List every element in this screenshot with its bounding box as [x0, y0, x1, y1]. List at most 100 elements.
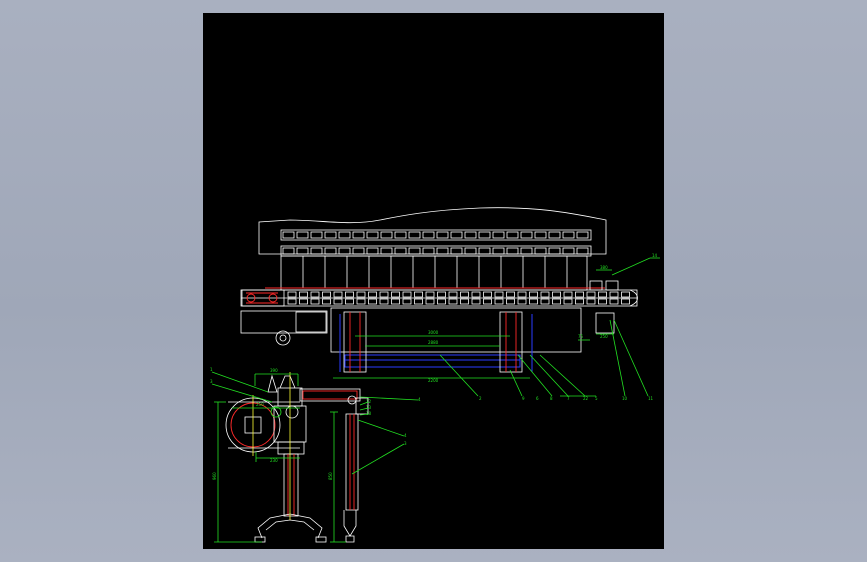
- elevation-leaders: 14 2 9 8 7 22 6 5 10 11: [439, 253, 660, 401]
- louver-cell: [352, 231, 365, 239]
- deck-slot: [391, 291, 400, 298]
- deck-slot: [425, 291, 435, 298]
- head-cap: [279, 375, 296, 389]
- head-cap-left: [267, 374, 278, 393]
- louver-cell: [576, 231, 589, 239]
- side-view: 390 250 230 960 850 1 3 4 12 13 18 4 3: [210, 367, 421, 543]
- gear-motor-box: [295, 311, 327, 333]
- deck-slot: [379, 298, 389, 305]
- deck-slot: [287, 291, 297, 298]
- louver-cell: [408, 231, 421, 239]
- deck-slot: [598, 291, 607, 298]
- balloon-9: 9: [522, 396, 525, 401]
- deck-slot: [299, 298, 308, 305]
- deck-slot: [586, 291, 596, 298]
- louver-cell: [338, 231, 351, 239]
- deck-slot: [540, 291, 550, 298]
- balloon-11: 11: [648, 396, 654, 401]
- deck-slot: [356, 291, 366, 298]
- balloon-10: 10: [622, 396, 628, 401]
- deck-slot: [299, 291, 308, 298]
- deck-slot: [586, 298, 596, 305]
- balloon-1: 1: [210, 367, 213, 372]
- arm-joint: [347, 395, 357, 405]
- deck-slot: [494, 291, 504, 298]
- deck-slot: [506, 291, 515, 298]
- deck-slot: [552, 298, 561, 305]
- deck-slot: [379, 291, 389, 298]
- louver-cell: [366, 231, 379, 239]
- deck-slot: [437, 298, 446, 305]
- louver-cell: [450, 231, 463, 239]
- balloon-18: 18: [366, 411, 372, 416]
- deck-slot: [368, 298, 377, 305]
- deck-slot: [483, 291, 492, 298]
- dim-3000: 3000: [428, 330, 439, 335]
- elevation-dimensions: 3000 2880 2200 380 75 250: [333, 265, 614, 383]
- deck-slot: [609, 298, 619, 305]
- deck-slot: [333, 291, 343, 298]
- deck-slot: [333, 298, 343, 305]
- deck-slot: [529, 291, 538, 298]
- balloon-3-side: 3: [210, 379, 213, 384]
- balloon-22: 22: [583, 396, 589, 401]
- deck-slot: [471, 291, 481, 298]
- dim-380: 380: [600, 265, 608, 270]
- louver-cell: [282, 231, 295, 239]
- louver-cell: [310, 247, 323, 255]
- louver-cell: [534, 247, 547, 255]
- deck-slot: [322, 298, 331, 305]
- dim-250-side: 250: [256, 402, 264, 407]
- louver-cell: [380, 231, 393, 239]
- deck-slot: [391, 298, 400, 305]
- foot-pad: [254, 536, 266, 543]
- louver-cell: [338, 247, 351, 255]
- louver-cell: [520, 247, 533, 255]
- louver-cell: [380, 247, 393, 255]
- louver-cell: [436, 247, 449, 255]
- deck-slot: [517, 291, 527, 298]
- deck-slot: [414, 291, 423, 298]
- deck-slot: [575, 298, 584, 305]
- louver-cell: [422, 231, 435, 239]
- deck-slot: [483, 298, 492, 305]
- louver-cell: [310, 231, 323, 239]
- balloon-2: 2: [479, 396, 482, 401]
- louver-cell: [394, 247, 407, 255]
- balloon-12: 12: [366, 399, 372, 404]
- deck-slot: [563, 298, 573, 305]
- louver-cell: [492, 247, 505, 255]
- deck-slot: [437, 291, 446, 298]
- balloon-7: 7: [567, 396, 570, 401]
- deck-slot: [402, 298, 412, 305]
- deck-slot: [310, 298, 320, 305]
- louver-cell: [534, 231, 547, 239]
- deck-slot: [460, 291, 469, 298]
- louver-cell: [296, 231, 309, 239]
- deck-slot: [287, 298, 297, 305]
- deck-slot: [322, 291, 331, 298]
- louver-cell: [436, 231, 449, 239]
- louver-cell: [562, 247, 575, 255]
- dim-960: 960: [212, 472, 217, 480]
- louver-cell: [464, 231, 477, 239]
- louver-cell: [282, 247, 295, 255]
- deck-slot: [460, 298, 469, 305]
- middle-leg: [499, 311, 523, 373]
- side-leaders: 1 3 4 12 13 18 4 3: [210, 367, 421, 475]
- deck-slot: [448, 298, 458, 305]
- deck-slot: [517, 298, 527, 305]
- deck-slot: [609, 291, 619, 298]
- louver-cell: [492, 231, 505, 239]
- deck-slot: [310, 291, 320, 298]
- deck-slot: [563, 291, 573, 298]
- louver-cell: [296, 247, 309, 255]
- louver-cell: [450, 247, 463, 255]
- dim-2880: 2880: [428, 340, 439, 345]
- right-foot: [343, 510, 357, 543]
- deck-slot: [402, 291, 412, 298]
- louver-cell: [562, 231, 575, 239]
- column-right: [345, 413, 359, 511]
- main-body: [280, 255, 588, 291]
- balloon-14: 14: [652, 253, 658, 258]
